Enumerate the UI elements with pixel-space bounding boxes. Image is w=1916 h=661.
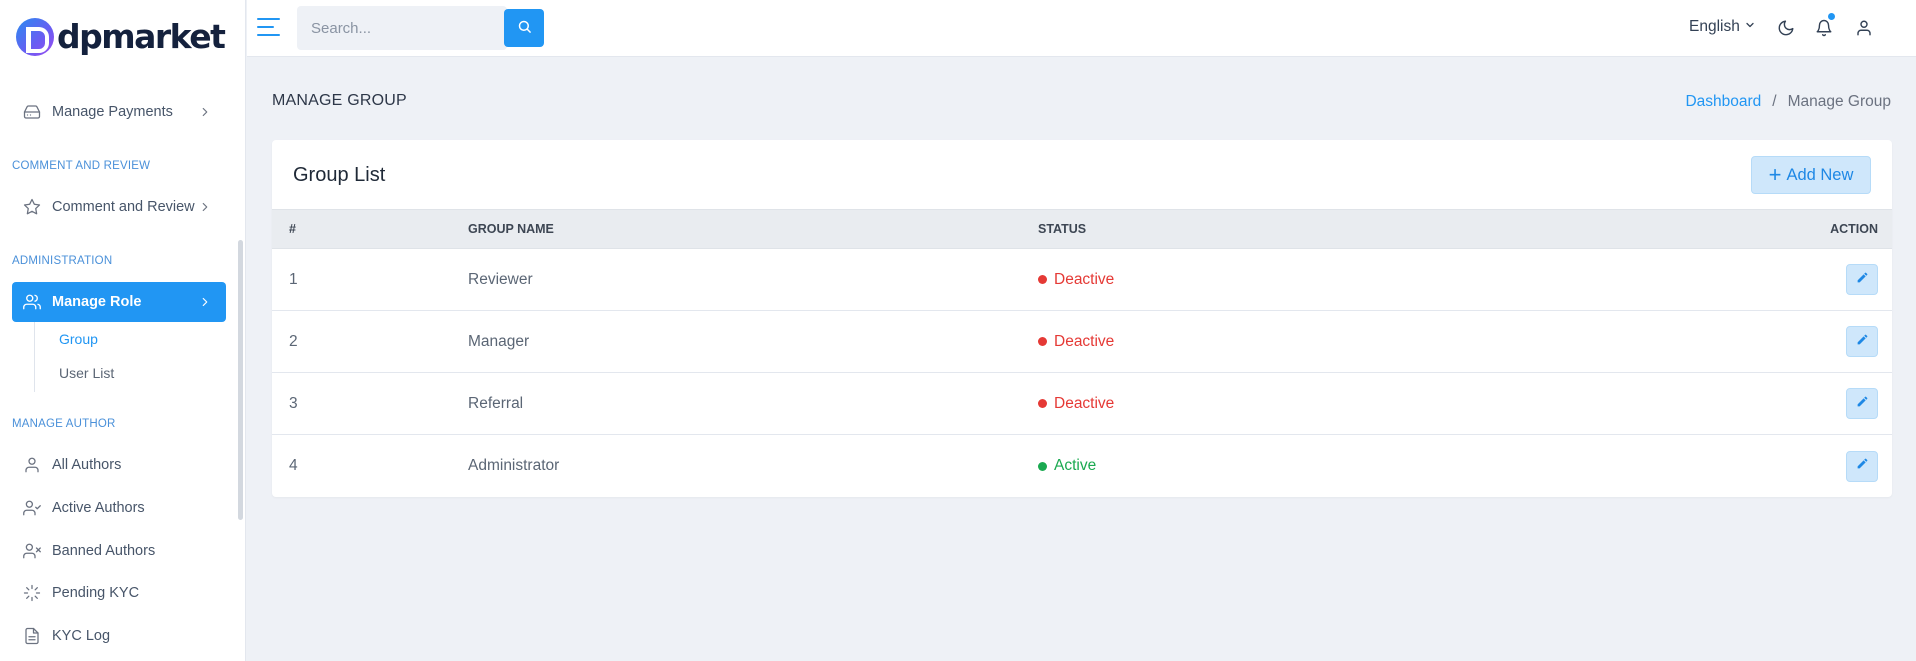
sidebar-item-kyc-log[interactable]: KYC Log bbox=[12, 616, 226, 656]
submenu-manage-role: Group User List bbox=[34, 322, 194, 392]
edit-button[interactable] bbox=[1846, 388, 1878, 419]
topbar: English bbox=[247, 0, 1916, 57]
sidebar-item-manage-role[interactable]: Manage Role bbox=[12, 282, 226, 322]
table-row: 2 Manager Deactive bbox=[272, 311, 1892, 373]
pencil-icon bbox=[1856, 457, 1869, 475]
status-text: Deactive bbox=[1054, 394, 1115, 412]
brand-name: dpmarket bbox=[57, 17, 226, 56]
section-title-manage-author: MANAGE AUTHOR bbox=[12, 418, 116, 430]
search-input[interactable] bbox=[297, 6, 457, 50]
sidebar-item-label: All Authors bbox=[52, 457, 122, 473]
chevron-right-icon bbox=[198, 105, 212, 123]
group-table: # GROUP NAME STATUS ACTION 1 Reviewer De… bbox=[272, 209, 1892, 497]
sidebar-item-label: Comment and Review bbox=[52, 199, 195, 215]
sidebar-item-label: KYC Log bbox=[52, 628, 111, 644]
add-new-button[interactable]: + Add New bbox=[1751, 156, 1871, 194]
add-new-label: Add New bbox=[1786, 165, 1854, 184]
table-row: 3 Referral Deactive bbox=[272, 373, 1892, 435]
file-icon bbox=[22, 626, 42, 646]
submenu-item-group[interactable]: Group bbox=[59, 331, 98, 347]
sidebar-item-label: Pending KYC bbox=[52, 585, 140, 601]
payment-icon bbox=[22, 102, 42, 122]
search-button[interactable] bbox=[504, 9, 544, 47]
breadcrumb: Dashboard / Manage Group bbox=[1685, 93, 1891, 111]
status-text: Active bbox=[1054, 457, 1097, 474]
pencil-icon bbox=[1856, 333, 1869, 351]
sidebar-item-banned-authors[interactable]: Banned Authors bbox=[12, 531, 226, 571]
sidebar: dpmarket Manage Payments COMMENT AND REV… bbox=[0, 0, 246, 661]
pencil-icon bbox=[1856, 395, 1869, 413]
search-icon bbox=[517, 19, 532, 37]
row-number: 1 bbox=[289, 270, 298, 288]
edit-button[interactable] bbox=[1846, 264, 1878, 295]
group-list-card: Group List + Add New # GROUP NAME STATUS… bbox=[272, 140, 1892, 497]
edit-button[interactable] bbox=[1846, 326, 1878, 357]
status-dot bbox=[1038, 275, 1047, 284]
notification-bell-icon[interactable] bbox=[1813, 13, 1835, 39]
table-header: # GROUP NAME STATUS ACTION bbox=[272, 209, 1892, 249]
sidebar-item-active-authors[interactable]: Active Authors bbox=[12, 488, 226, 528]
group-name: Administrator bbox=[468, 457, 560, 474]
search-box bbox=[297, 6, 507, 50]
status-text: Deactive bbox=[1054, 332, 1115, 350]
section-title-comment-review: COMMENT AND REVIEW bbox=[12, 160, 151, 172]
group-name: Referral bbox=[468, 394, 524, 412]
section-title-administration: ADMINISTRATION bbox=[12, 255, 113, 267]
user-x-icon bbox=[22, 541, 42, 561]
group-name: Reviewer bbox=[468, 270, 533, 288]
language-label: English bbox=[1689, 18, 1740, 35]
submenu-item-user-list[interactable]: User List bbox=[59, 365, 114, 381]
status-dot bbox=[1038, 337, 1047, 346]
column-header-group-name: GROUP NAME bbox=[468, 222, 554, 236]
sidebar-item-manage-payments[interactable]: Manage Payments bbox=[12, 92, 226, 132]
sidebar-item-label: Banned Authors bbox=[52, 543, 156, 559]
page-title: MANAGE GROUP bbox=[272, 92, 407, 109]
sidebar-item-pending-kyc[interactable]: Pending KYC bbox=[12, 573, 226, 613]
language-select[interactable]: English bbox=[1689, 18, 1756, 36]
table-row: 1 Reviewer Deactive bbox=[272, 249, 1892, 311]
breadcrumb-current: Manage Group bbox=[1787, 93, 1891, 110]
loader-icon bbox=[22, 583, 42, 603]
status-badge: Active bbox=[1038, 457, 1096, 475]
sidebar-item-comment-review[interactable]: Comment and Review bbox=[12, 187, 226, 227]
status-badge: Deactive bbox=[1038, 333, 1114, 351]
table-row: 4 Administrator Active bbox=[272, 435, 1892, 497]
sidebar-item-label: Manage Payments bbox=[52, 104, 173, 120]
user-icon bbox=[22, 455, 42, 475]
user-check-icon bbox=[22, 498, 42, 518]
users-icon bbox=[22, 292, 42, 312]
sidebar-item-all-authors[interactable]: All Authors bbox=[12, 445, 226, 485]
menu-toggle-icon[interactable] bbox=[257, 17, 280, 37]
column-header-number: # bbox=[289, 222, 296, 236]
brand-logo[interactable]: dpmarket bbox=[16, 17, 226, 57]
pencil-icon bbox=[1856, 271, 1869, 289]
chevron-down-icon bbox=[1744, 18, 1756, 36]
sidebar-scrollbar[interactable] bbox=[238, 240, 243, 520]
status-dot bbox=[1038, 399, 1047, 408]
breadcrumb-dashboard-link[interactable]: Dashboard bbox=[1685, 93, 1761, 111]
group-name: Manager bbox=[468, 332, 530, 350]
edit-button[interactable] bbox=[1846, 450, 1878, 482]
chevron-right-icon bbox=[198, 200, 212, 218]
column-header-status: STATUS bbox=[1038, 222, 1087, 236]
row-number: 3 bbox=[289, 394, 298, 412]
card-title: Group List bbox=[293, 164, 386, 186]
sidebar-item-label: Active Authors bbox=[52, 500, 145, 516]
breadcrumb-separator: / bbox=[1772, 93, 1777, 110]
status-text: Deactive bbox=[1054, 270, 1115, 288]
row-number: 4 bbox=[289, 457, 298, 474]
row-number: 2 bbox=[289, 332, 298, 350]
status-badge: Deactive bbox=[1038, 395, 1114, 413]
dark-mode-toggle-icon[interactable] bbox=[1775, 17, 1797, 39]
status-badge: Deactive bbox=[1038, 271, 1114, 289]
notification-badge bbox=[1828, 13, 1835, 20]
user-account-icon[interactable] bbox=[1853, 17, 1875, 39]
status-dot bbox=[1038, 461, 1047, 471]
sidebar-item-label: Manage Role bbox=[52, 294, 142, 310]
star-icon bbox=[22, 197, 42, 217]
chevron-right-icon bbox=[198, 295, 212, 313]
column-header-action: ACTION bbox=[1830, 222, 1878, 236]
plus-icon: + bbox=[1768, 162, 1782, 187]
logo-mark-icon bbox=[16, 18, 54, 56]
